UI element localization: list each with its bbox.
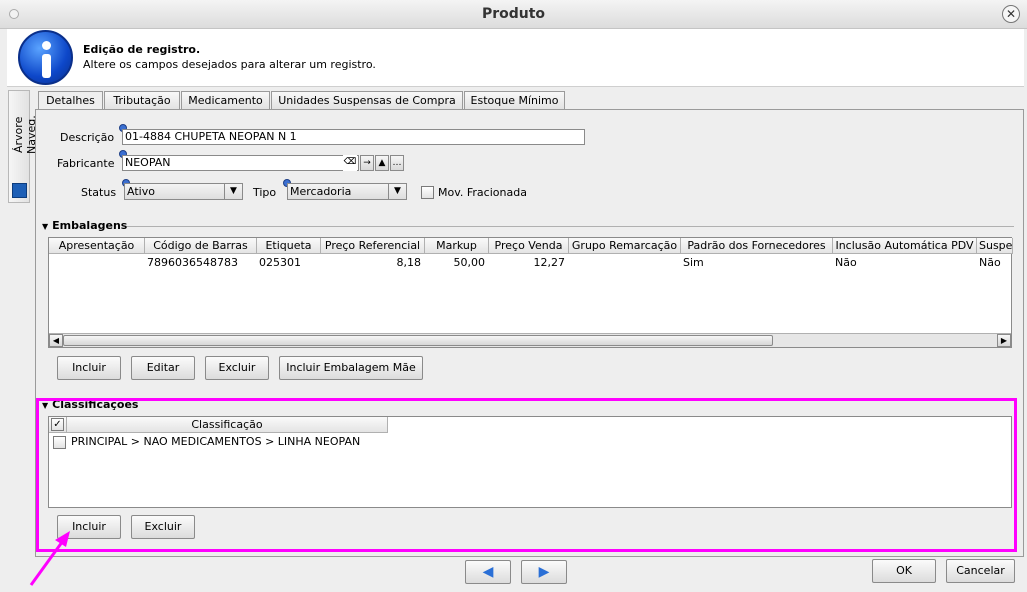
ok-button[interactable]: OK bbox=[872, 559, 936, 583]
previous-record-button[interactable]: ◀ bbox=[465, 560, 511, 584]
annotation-arrow bbox=[29, 531, 70, 586]
cancelar-button[interactable]: Cancelar bbox=[946, 559, 1015, 583]
produto-window: Produto ✕ Edição de registro. Altere os … bbox=[0, 0, 1027, 592]
next-record-button[interactable]: ▶ bbox=[521, 560, 567, 584]
